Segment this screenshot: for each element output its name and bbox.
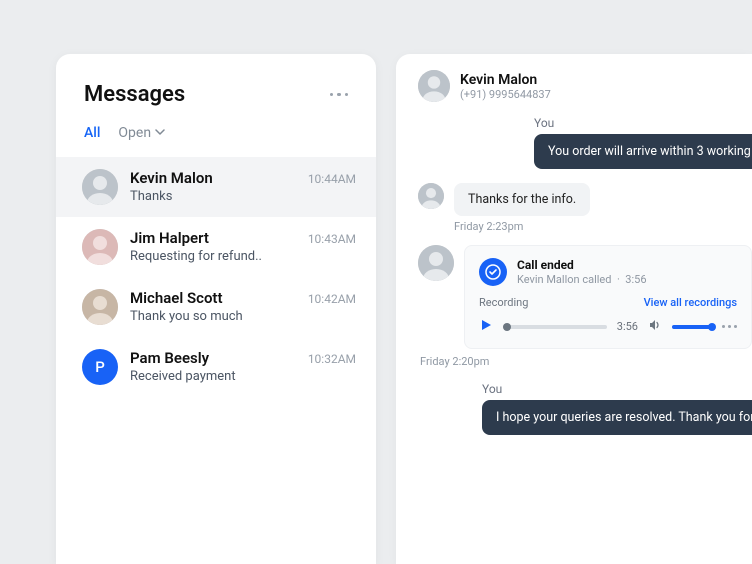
- conversation-preview: Received payment: [130, 369, 356, 384]
- volume-slider[interactable]: [672, 325, 712, 329]
- conversation-preview: Requesting for refund..: [130, 249, 356, 264]
- sender-label: You: [482, 382, 752, 396]
- recording-label: Recording: [479, 296, 528, 309]
- play-time: 3:56: [617, 320, 638, 333]
- message-timestamp: Friday 2:20pm: [420, 355, 752, 368]
- avatar: [82, 289, 118, 325]
- messages-sidebar: Messages All Open Kevin Malon 10:44A: [56, 54, 376, 564]
- message-timestamp: Friday 2:23pm: [454, 220, 752, 233]
- volume-icon[interactable]: [648, 317, 662, 336]
- filter-open-label: Open: [118, 125, 151, 141]
- avatar: [418, 70, 450, 102]
- call-subtitle: Kevin Mallon called · 3:56: [517, 273, 647, 286]
- avatar: [418, 245, 454, 281]
- conversation-row[interactable]: P Pam Beesly 10:32AM Received payment: [56, 337, 376, 397]
- avatar: P: [82, 349, 118, 385]
- conversation-time: 10:32AM: [308, 352, 356, 366]
- conversation-row[interactable]: Jim Halpert 10:43AM Requesting for refun…: [56, 217, 376, 277]
- conversation-row[interactable]: Michael Scott 10:42AM Thank you so much: [56, 277, 376, 337]
- chat-contact-phone: (+91) 9995644837: [460, 88, 551, 101]
- call-card: Call ended Kevin Mallon called · 3:56 Re…: [464, 245, 752, 349]
- chat-panel: Kevin Malon (+91) 9995644837 You You ord…: [396, 54, 752, 564]
- conversation-time: 10:43AM: [308, 232, 356, 246]
- conversation-preview: Thanks: [130, 189, 356, 204]
- more-icon[interactable]: [330, 93, 349, 97]
- conversation-list: Kevin Malon 10:44AM Thanks Jim Halpert 1…: [56, 157, 376, 397]
- avatar: [82, 229, 118, 265]
- conversation-name: Michael Scott: [130, 289, 223, 307]
- chat-header: Kevin Malon (+91) 9995644837: [418, 70, 752, 116]
- filter-tab-all[interactable]: All: [84, 125, 100, 141]
- filter-tab-open[interactable]: Open: [118, 125, 165, 141]
- seek-slider[interactable]: [503, 325, 607, 329]
- sender-label: You: [534, 116, 752, 130]
- conversation-time: 10:44AM: [308, 172, 356, 186]
- outgoing-message: I hope your queries are resolved. Thank …: [482, 400, 752, 435]
- outgoing-message: You order will arrive within 3 working d…: [534, 134, 752, 169]
- conversation-row[interactable]: Kevin Malon 10:44AM Thanks: [56, 157, 376, 217]
- play-icon[interactable]: [479, 317, 493, 336]
- chat-contact-name: Kevin Malon: [460, 72, 551, 88]
- audio-player: 3:56: [479, 317, 737, 336]
- avatar: [82, 169, 118, 205]
- view-all-recordings-link[interactable]: View all recordings: [644, 296, 737, 309]
- sidebar-title: Messages: [84, 82, 185, 107]
- call-ended-icon: [479, 258, 507, 286]
- avatar-initial: P: [95, 358, 105, 376]
- incoming-message: Thanks for the info.: [454, 183, 590, 216]
- conversation-time: 10:42AM: [308, 292, 356, 306]
- chevron-down-icon: [155, 125, 165, 141]
- conversation-name: Pam Beesly: [130, 349, 209, 367]
- conversation-preview: Thank you so much: [130, 309, 356, 324]
- conversation-name: Kevin Malon: [130, 169, 213, 187]
- player-more-icon[interactable]: [722, 325, 737, 328]
- avatar: [418, 183, 444, 209]
- call-title: Call ended: [517, 258, 647, 272]
- conversation-name: Jim Halpert: [130, 229, 209, 247]
